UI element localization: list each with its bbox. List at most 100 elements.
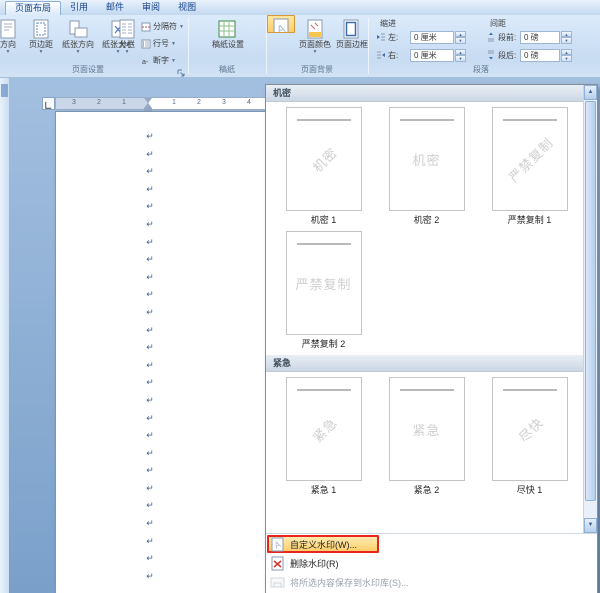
manuscript-grid-icon — [217, 19, 237, 39]
line-numbers-icon — [141, 39, 151, 49]
paragraph-mark: ↵ — [146, 377, 154, 388]
watermark-dropdown: 机密 机密 机密 1 机密 机密 2 严禁复制 严禁复制 1 严禁复制 严禁复制… — [265, 84, 598, 593]
watermark-thumbnail[interactable]: 机密 机密 1 — [272, 107, 375, 226]
watermark-preview: 紧急 — [285, 377, 362, 481]
indent-header: 缩进 — [380, 19, 396, 28]
watermark-thumb-label: 严禁复制 1 — [507, 215, 552, 225]
page-borders-button[interactable]: 页面边框 — [334, 17, 368, 66]
line-numbers-button[interactable]: 行号 ▼ — [140, 36, 187, 51]
scroll-up-button[interactable]: ▲ — [584, 85, 597, 100]
spin-down-button[interactable]: ▼ — [455, 55, 466, 62]
paragraph-mark: ↵ — [146, 412, 154, 423]
watermark-preview: 机密 — [388, 107, 465, 211]
indent-markers[interactable] — [143, 98, 155, 111]
watermark-preview-text: 紧急 — [412, 422, 441, 438]
ruler-number: 1 — [172, 99, 176, 106]
spin-down-button[interactable]: ▼ — [561, 37, 572, 44]
paragraph-mark: ↵ — [146, 447, 154, 458]
ruler-number: 2 — [197, 99, 201, 106]
ribbon: 方向 ▼ 页边距 ▼ 纸张方向 ▼ 纸张大小 ▼ 分栏 ▼ 分隔符 ▼ 行号 ▼… — [0, 15, 600, 78]
page-color-button[interactable]: 页面颜色 ▼ — [296, 17, 334, 66]
tab-view[interactable]: 视图 — [169, 1, 205, 15]
chevron-down-icon: ▼ — [75, 49, 81, 55]
chevron-down-icon: ▼ — [312, 49, 318, 55]
watermark-thumbnail[interactable]: 机密 机密 2 — [375, 107, 478, 226]
breaks-icon — [141, 22, 151, 32]
remove-watermark-icon — [270, 556, 285, 571]
scrollbar-thumb[interactable] — [585, 101, 596, 501]
watermark-preview-text: 机密 — [308, 144, 340, 175]
manuscript-group-label: 稿纸 — [219, 65, 235, 74]
watermark-thumbnail[interactable]: 严禁复制 严禁复制 2 — [272, 231, 375, 350]
tab-mailings[interactable]: 邮件 — [97, 1, 133, 15]
tab-references[interactable]: 引用 — [61, 1, 97, 15]
paragraph-mark: ↵ — [146, 342, 154, 353]
margins-icon — [31, 19, 51, 39]
paragraph-marks: ↵ ↵ ↵ ↵ ↵ ↵ ↵ ↵ ↵ ↵ ↵ ↵ ↵ ↵ ↵ ↵ ↵ ↵ ↵ ↵ ↵ ↵ ↵ ↵ ↵ ↵ — [143, 128, 157, 585]
margins-button[interactable]: 页边距 ▼ — [24, 17, 58, 66]
watermark-thumb-label: 严禁复制 2 — [301, 339, 346, 349]
columns-icon — [117, 19, 137, 39]
watermark-thumb-label: 机密 2 — [413, 215, 440, 225]
window-left-edge — [0, 78, 9, 593]
indent-right-icon — [376, 50, 386, 60]
watermark-preview: 尽快 — [491, 377, 568, 481]
watermark-thumb-label: 紧急 2 — [413, 485, 440, 495]
indent-left-input[interactable]: 0 厘米 — [410, 30, 454, 44]
paragraph-mark: ↵ — [146, 465, 154, 476]
watermark-gallery: 机密 机密 机密 1 机密 机密 2 严禁复制 严禁复制 1 严禁复制 严禁复制… — [266, 85, 583, 533]
watermark-preview: 严禁复制 — [285, 231, 362, 335]
paragraph-mark: ↵ — [146, 218, 154, 229]
page-setup-group-label: 页面设置 — [72, 65, 104, 74]
watermark-thumbnail[interactable]: 紧急 紧急 2 — [375, 377, 478, 496]
spacing-after-icon — [486, 50, 496, 60]
gallery-grid-urgent: 紧急 紧急 1 紧急 紧急 2 尽快 尽快 1 — [266, 372, 583, 501]
gallery-scrollbar[interactable]: ▲ ▼ — [583, 85, 597, 533]
watermark-thumb-label: 尽快 1 — [516, 485, 543, 495]
orientation-icon — [68, 19, 88, 39]
tab-stop-selector[interactable] — [42, 97, 55, 110]
paragraph-mark: ↵ — [146, 306, 154, 317]
ruler-number: 2 — [97, 99, 101, 106]
chevron-down-icon: ▼ — [124, 49, 130, 55]
ruler-number: 4 — [247, 99, 251, 106]
breaks-button[interactable]: 分隔符 ▼ — [140, 19, 187, 34]
manuscript-setup-button[interactable]: 稿纸设置 — [204, 17, 250, 66]
chevron-down-icon: ▼ — [179, 23, 184, 30]
paragraph-mark: ↵ — [146, 553, 154, 564]
ruler-number: 3 — [222, 99, 226, 106]
page-setup-dialog-launcher[interactable] — [176, 65, 186, 77]
watermark-preview: 紧急 — [388, 377, 465, 481]
page-color-icon — [305, 19, 325, 39]
scroll-down-button[interactable]: ▼ — [584, 518, 597, 533]
paragraph-mark: ↵ — [146, 271, 154, 282]
spacing-before-row: 段前: 0 磅 ▲ ▼ — [486, 30, 572, 44]
paragraph-mark: ↵ — [146, 148, 154, 159]
columns-button[interactable]: 分栏 ▼ — [114, 17, 140, 66]
custom-watermark-command[interactable]: A 自定义水印(W)... — [266, 535, 597, 554]
watermark-button[interactable]: A 水印 ▼ — [267, 15, 295, 33]
tab-review[interactable]: 审阅 — [133, 1, 169, 15]
remove-watermark-command[interactable]: 删除水印(R) — [266, 554, 597, 573]
paragraph-group-label: 段落 — [473, 65, 489, 74]
orientation-button[interactable]: 纸张方向 ▼ — [58, 17, 98, 66]
text-direction-button[interactable]: 方向 ▼ — [0, 17, 24, 66]
ruler-number: 3 — [72, 99, 76, 106]
watermark-preview-text: 机密 — [412, 152, 441, 168]
page-background-group-label: 页面背景 — [301, 65, 333, 74]
watermark-thumbnail[interactable]: 严禁复制 严禁复制 1 — [478, 107, 581, 226]
page-borders-icon — [341, 19, 361, 39]
watermark-thumbnail[interactable]: 紧急 紧急 1 — [272, 377, 375, 496]
indent-right-input[interactable]: 0 厘米 — [410, 48, 454, 62]
spacing-before-input[interactable]: 0 磅 — [520, 30, 560, 44]
tab-page-layout[interactable]: 页面布局 — [5, 1, 62, 15]
ribbon-tab-bar: 页面布局 引用 邮件 审阅 视图 — [0, 0, 600, 15]
spin-down-button[interactable]: ▼ — [455, 37, 466, 44]
spacing-after-row: 段后: 0 磅 ▲ ▼ — [486, 48, 572, 62]
watermark-thumbnail[interactable]: 尽快 尽快 1 — [478, 377, 581, 496]
indent-left-row: 左: 0 厘米 ▲ ▼ — [376, 30, 466, 44]
spacing-after-input[interactable]: 0 磅 — [520, 48, 560, 62]
ruler-number: 1 — [122, 99, 126, 106]
paragraph-mark: ↵ — [146, 289, 154, 300]
spin-down-button[interactable]: ▼ — [561, 55, 572, 62]
